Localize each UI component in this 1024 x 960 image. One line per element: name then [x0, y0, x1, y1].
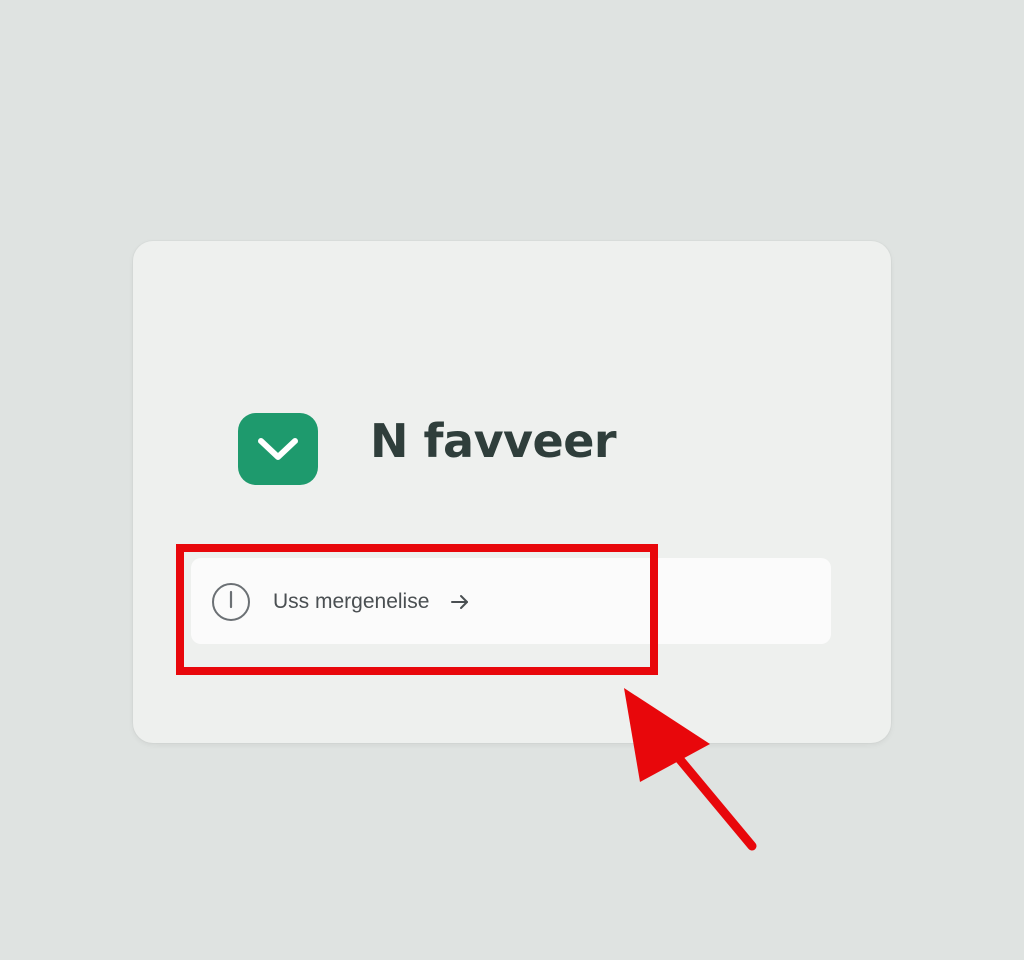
brand-logo: [238, 413, 318, 485]
option-label: Uss mergenelise: [273, 590, 430, 613]
info-icon: [212, 583, 250, 621]
login-card: N favveer Uss mergenelise: [133, 241, 891, 743]
brand-title: N favveer: [370, 414, 617, 468]
option-row[interactable]: Uss mergenelise: [191, 558, 831, 644]
chevron-down-icon: [258, 438, 298, 460]
arrow-right-icon: [451, 595, 469, 609]
option-link[interactable]: Uss mergenelise: [211, 580, 471, 624]
